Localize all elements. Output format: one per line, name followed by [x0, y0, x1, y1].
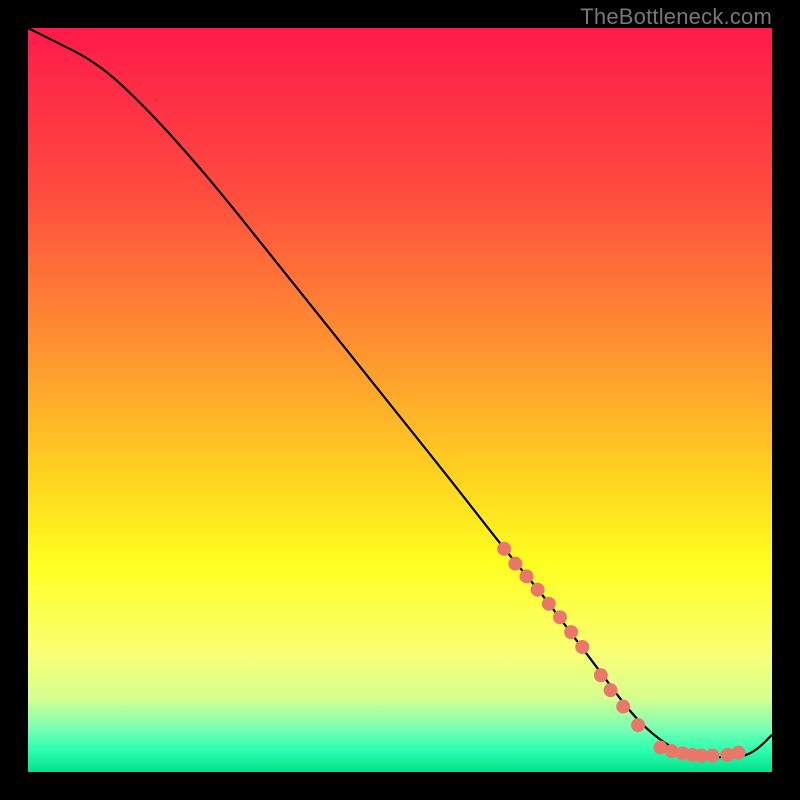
marker-dot [553, 610, 567, 624]
marker-dot [508, 557, 522, 571]
marker-dot [604, 683, 618, 697]
marker-dot [519, 569, 533, 583]
marker-dot [705, 749, 719, 763]
chart-stage: TheBottleneck.com [0, 0, 800, 800]
marker-dot [564, 625, 578, 639]
chart-svg [28, 28, 772, 772]
marker-dot [732, 746, 746, 760]
watermark-text: TheBottleneck.com [580, 4, 772, 30]
plot-area [28, 28, 772, 772]
marker-dot [497, 542, 511, 556]
marker-dot [575, 640, 589, 654]
gradient-background [28, 28, 772, 772]
marker-dot [594, 668, 608, 682]
marker-dot [542, 597, 556, 611]
marker-dot [531, 583, 545, 597]
marker-dot [616, 700, 630, 714]
marker-dot [631, 718, 645, 732]
